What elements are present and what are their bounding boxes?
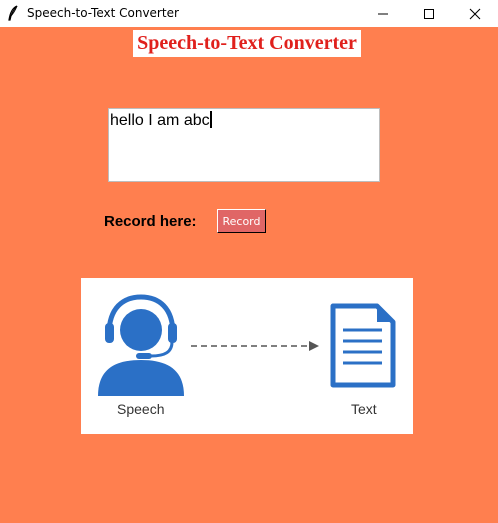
dashed-arrow-icon bbox=[191, 341, 319, 351]
minimize-icon bbox=[378, 13, 388, 14]
close-button[interactable] bbox=[452, 0, 498, 27]
title-bar: Speech-to-Text Converter bbox=[0, 0, 498, 27]
speech-label: Speech bbox=[117, 401, 165, 417]
feather-icon bbox=[7, 5, 19, 21]
page-title: Speech-to-Text Converter bbox=[133, 30, 361, 57]
document-icon bbox=[330, 303, 396, 388]
minimize-button[interactable] bbox=[360, 0, 406, 27]
text-caret bbox=[209, 111, 212, 128]
text-label: Text bbox=[351, 401, 377, 417]
window-title: Speech-to-Text Converter bbox=[27, 6, 179, 20]
maximize-icon bbox=[424, 8, 434, 19]
transcript-text: hello I am abc bbox=[110, 112, 210, 129]
transcript-textbox[interactable]: hello I am abc bbox=[108, 108, 380, 182]
maximize-button[interactable] bbox=[406, 0, 452, 27]
speech-to-text-illustration: Speech Text bbox=[81, 278, 413, 434]
main-area: Speech-to-Text Converter hello I am abc … bbox=[0, 27, 498, 523]
headset-person-icon bbox=[98, 294, 184, 396]
record-button[interactable]: Record bbox=[217, 209, 266, 233]
record-label: Record here: bbox=[104, 213, 197, 230]
app-window: Speech-to-Text Converter Speech-to-Text … bbox=[0, 0, 498, 523]
close-icon bbox=[469, 8, 481, 19]
